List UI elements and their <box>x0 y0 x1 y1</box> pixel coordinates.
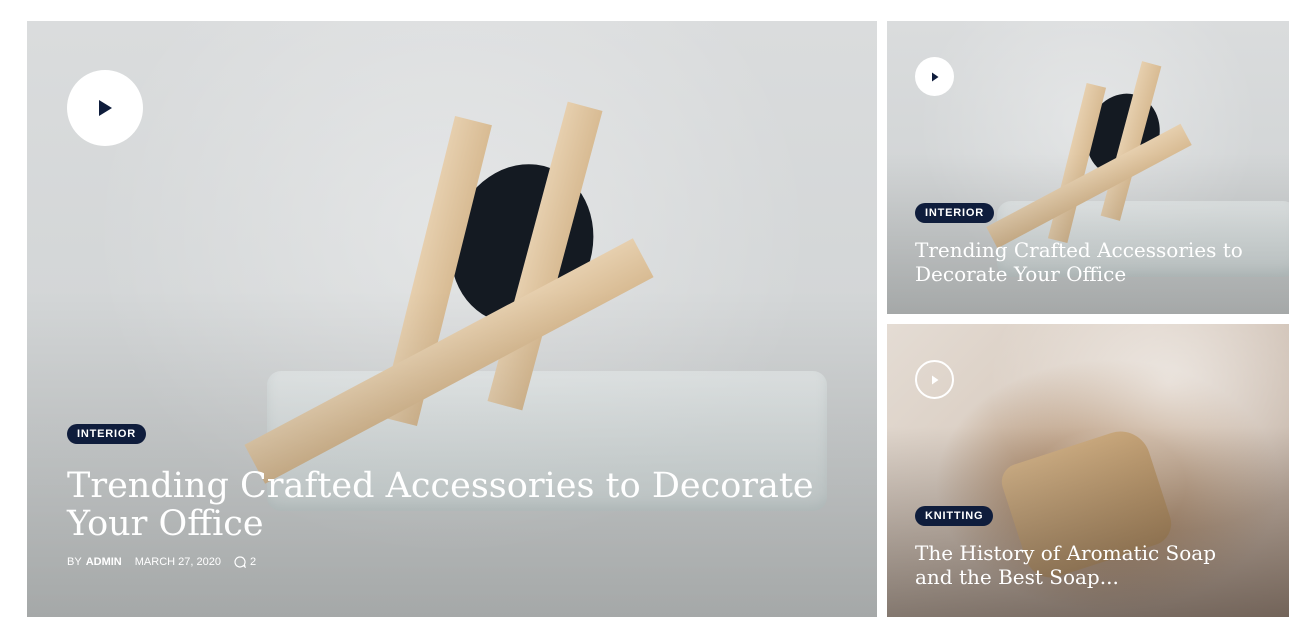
comment-icon <box>234 556 246 568</box>
category-badge[interactable]: INTERIOR <box>915 203 994 223</box>
video-play-button[interactable] <box>915 360 954 399</box>
author-link[interactable]: ADMIN <box>86 556 122 568</box>
comment-count: 2 <box>249 556 257 568</box>
post-title[interactable]: Trending Crafted Accessories to Decorate… <box>915 238 1255 286</box>
comments-link[interactable]: 2 <box>234 556 256 568</box>
play-icon <box>931 375 938 384</box>
side-post-card[interactable]: INTERIOR Trending Crafted Accessories to… <box>887 21 1289 314</box>
by-label: BY <box>67 556 82 568</box>
post-date[interactable]: MARCH 27, 2020 <box>135 556 221 568</box>
play-icon <box>931 72 938 81</box>
post-title[interactable]: Trending Crafted Accessories to Decorate… <box>67 467 827 543</box>
category-badge[interactable]: INTERIOR <box>67 424 146 444</box>
play-icon <box>99 100 112 116</box>
video-play-button[interactable] <box>915 57 954 96</box>
post-title[interactable]: The History of Aromatic Soap and the Bes… <box>915 541 1255 589</box>
video-play-button[interactable] <box>67 70 143 146</box>
side-post-card[interactable]: KNITTING The History of Aromatic Soap an… <box>887 324 1289 617</box>
category-badge[interactable]: KNITTING <box>915 506 994 526</box>
post-meta: BY ADMIN MARCH 27, 2020 2 <box>67 556 256 568</box>
featured-post-card[interactable]: INTERIOR Trending Crafted Accessories to… <box>27 21 877 617</box>
